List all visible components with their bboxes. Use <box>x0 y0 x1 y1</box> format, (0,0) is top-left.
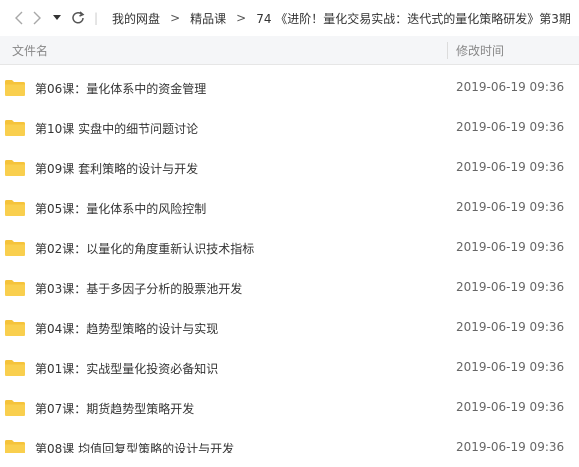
file-name[interactable]: 第04课：趋势型策略的设计与实现 <box>35 320 218 337</box>
toolbar: | 我的网盘 > 精品课 > 74 《进阶！量化交易实战：迭代式的量化策略研发》… <box>0 0 579 36</box>
file-name[interactable]: 第02课：以量化的角度重新认识技术指标 <box>35 240 254 257</box>
chevron-left-icon[interactable] <box>8 6 30 30</box>
folder-icon <box>4 159 26 177</box>
refresh-icon[interactable] <box>68 6 88 30</box>
breadcrumb-item-current[interactable]: 74 《进阶！量化交易实战：迭代式的量化策略研发》第3期 <box>256 10 571 27</box>
file-row[interactable]: 第06课：量化体系中的资金管理 2019-06-19 09:36 <box>0 67 579 107</box>
file-name[interactable]: 第08课 均值回复型策略的设计与开发 <box>35 440 234 453</box>
file-modified-time: 2019-06-19 09:36 <box>456 200 565 214</box>
breadcrumb-separator-icon: > <box>170 11 181 25</box>
file-modified-time: 2019-06-19 09:36 <box>456 440 565 453</box>
file-modified-time: 2019-06-19 09:36 <box>456 240 565 254</box>
file-row[interactable]: 第08课 均值回复型策略的设计与开发 2019-06-19 09:36 <box>0 427 579 453</box>
file-row[interactable]: 第09课 套利策略的设计与开发 2019-06-19 09:36 <box>0 147 579 187</box>
file-modified-time: 2019-06-19 09:36 <box>456 280 565 294</box>
folder-icon <box>4 319 26 337</box>
caret-down-icon[interactable] <box>48 6 66 30</box>
file-modified-time: 2019-06-19 09:36 <box>456 360 565 374</box>
folder-icon <box>4 279 26 297</box>
column-header-modified[interactable]: 修改时间 <box>456 42 504 59</box>
file-modified-time: 2019-06-19 09:36 <box>456 120 565 134</box>
file-list-header: 文件名 修改时间 <box>0 36 579 65</box>
column-divider <box>447 42 448 59</box>
breadcrumb-item-home[interactable]: 我的网盘 <box>112 10 160 27</box>
file-modified-time: 2019-06-19 09:36 <box>456 320 565 334</box>
file-row[interactable]: 第07课：期货趋势型策略开发 2019-06-19 09:36 <box>0 387 579 427</box>
folder-icon <box>4 359 26 377</box>
folder-icon <box>4 239 26 257</box>
folder-icon <box>4 79 26 97</box>
chevron-right-icon[interactable] <box>30 6 44 30</box>
divider: | <box>94 11 99 25</box>
folder-icon <box>4 199 26 217</box>
folder-icon <box>4 399 26 417</box>
file-row[interactable]: 第03课：基于多因子分析的股票池开发 2019-06-19 09:36 <box>0 267 579 307</box>
file-modified-time: 2019-06-19 09:36 <box>456 160 565 174</box>
breadcrumb-item-courses[interactable]: 精品课 <box>190 10 226 27</box>
file-row[interactable]: 第05课：量化体系中的风险控制 2019-06-19 09:36 <box>0 187 579 227</box>
column-header-name[interactable]: 文件名 <box>12 42 48 59</box>
file-modified-time: 2019-06-19 09:36 <box>456 400 565 414</box>
breadcrumb-separator-icon: > <box>236 11 247 25</box>
file-row[interactable]: 第01课：实战型量化投资必备知识 2019-06-19 09:36 <box>0 347 579 387</box>
file-name[interactable]: 第07课：期货趋势型策略开发 <box>35 400 194 417</box>
file-name[interactable]: 第06课：量化体系中的资金管理 <box>35 80 206 97</box>
file-name[interactable]: 第03课：基于多因子分析的股票池开发 <box>35 280 242 297</box>
file-name[interactable]: 第01课：实战型量化投资必备知识 <box>35 360 218 377</box>
file-name[interactable]: 第05课：量化体系中的风险控制 <box>35 200 206 217</box>
file-name[interactable]: 第10课 实盘中的细节问题讨论 <box>35 120 198 137</box>
breadcrumb: 我的网盘 > 精品课 > 74 《进阶！量化交易实战：迭代式的量化策略研发》第3… <box>112 10 571 27</box>
folder-icon <box>4 119 26 137</box>
file-row[interactable]: 第04课：趋势型策略的设计与实现 2019-06-19 09:36 <box>0 307 579 347</box>
file-list: 第06课：量化体系中的资金管理 2019-06-19 09:36 第10课 实盘中的… <box>0 67 579 453</box>
file-row[interactable]: 第02课：以量化的角度重新认识技术指标 2019-06-19 09:36 <box>0 227 579 267</box>
folder-icon <box>4 439 26 453</box>
file-row[interactable]: 第10课 实盘中的细节问题讨论 2019-06-19 09:36 <box>0 107 579 147</box>
file-modified-time: 2019-06-19 09:36 <box>456 80 565 94</box>
file-name[interactable]: 第09课 套利策略的设计与开发 <box>35 160 198 177</box>
